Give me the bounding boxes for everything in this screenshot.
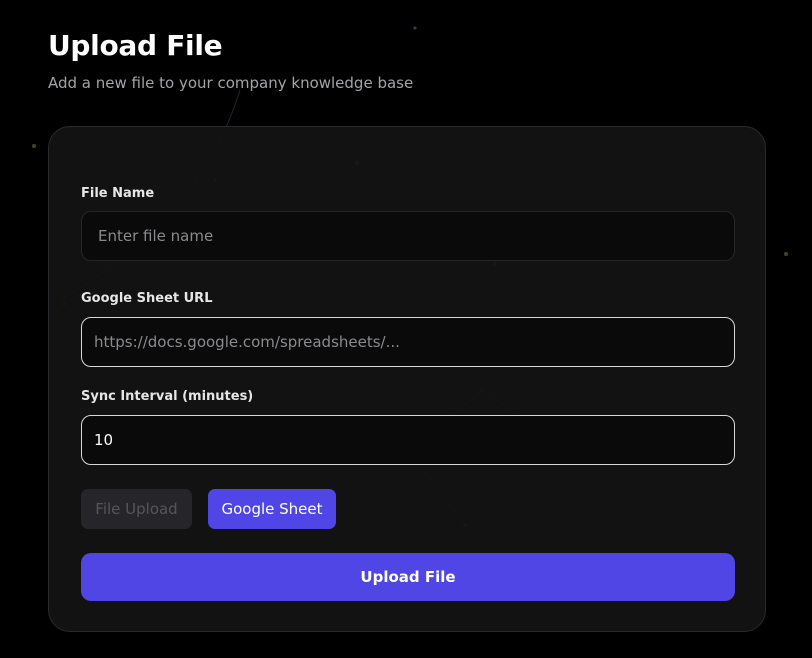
sync-interval-label: Sync Interval (minutes)	[81, 389, 254, 404]
sheet-url-label: Google Sheet URL	[81, 291, 213, 306]
page-title: Upload File	[48, 29, 223, 62]
upload-form-card: File Name Google Sheet URL Sync Interval…	[48, 126, 766, 632]
file-upload-tab-button[interactable]: File Upload	[81, 489, 192, 529]
sync-interval-input[interactable]	[81, 415, 735, 465]
sheet-url-input[interactable]	[81, 317, 735, 367]
file-name-label: File Name	[81, 186, 155, 201]
file-name-input[interactable]	[81, 211, 735, 261]
page-subtitle: Add a new file to your company knowledge…	[48, 74, 414, 92]
upload-file-button[interactable]: Upload File	[81, 553, 735, 601]
google-sheet-tab-button[interactable]: Google Sheet	[208, 489, 336, 529]
upload-file-page: Upload File Add a new file to your compa…	[0, 0, 812, 658]
